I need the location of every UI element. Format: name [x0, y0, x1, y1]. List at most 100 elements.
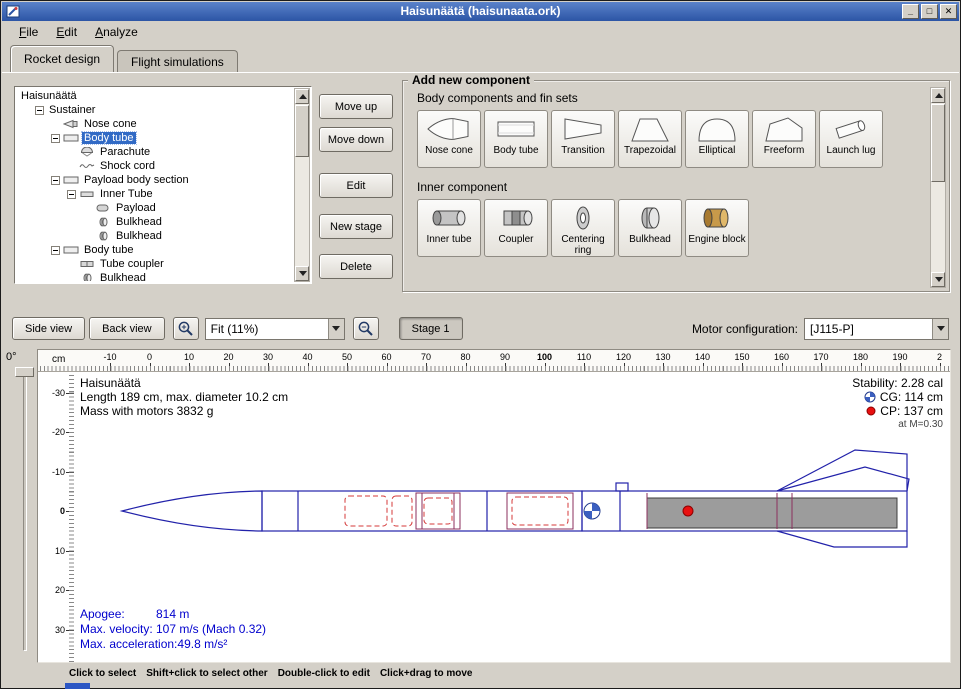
- palette-button-label: Inner tube: [426, 234, 471, 245]
- palette-button-label: Trapezoidal: [624, 145, 676, 156]
- tree-item-payload-body-section[interactable]: Payload body section: [17, 173, 293, 187]
- tree-item-body-tube[interactable]: Body tube: [17, 243, 293, 257]
- ruler-tick-label: 70: [421, 352, 431, 362]
- add-bulkhead-button[interactable]: Bulkhead: [618, 199, 682, 257]
- rotation-slider-thumb[interactable]: [15, 367, 34, 377]
- stage-1-toggle-button[interactable]: Stage 1: [399, 317, 463, 340]
- add-coupler-button[interactable]: Coupler: [484, 199, 548, 257]
- stability-value: Stability: 2.28 cal: [852, 376, 943, 390]
- scroll-up-icon[interactable]: [931, 88, 945, 103]
- tree-expander-icon[interactable]: [51, 134, 60, 143]
- add-inner-tube-button[interactable]: Inner tube: [417, 199, 481, 257]
- palette-scrollbar[interactable]: [930, 87, 946, 288]
- max-velocity-value: 107 m/s (Mach 0.32): [156, 622, 266, 636]
- ruler-tick-label: 100: [537, 352, 552, 362]
- nose-cone-shape: [122, 491, 262, 531]
- palette-button-label: Body tube: [493, 145, 538, 156]
- zoom-select[interactable]: Fit (11%): [205, 318, 345, 340]
- tree-item-inner-tube[interactable]: Inner Tube: [17, 187, 293, 201]
- tree-expander-icon[interactable]: [51, 176, 60, 185]
- rotation-slider[interactable]: [23, 371, 27, 651]
- tree-scrollbar[interactable]: [294, 88, 310, 282]
- add-nose-cone-button[interactable]: Nose cone: [417, 110, 481, 168]
- side-view-button[interactable]: Side view: [12, 317, 85, 340]
- ruler-tick-label: 10: [55, 546, 65, 556]
- move-up-button[interactable]: Move up: [319, 94, 393, 119]
- title-bar[interactable]: Haisunäätä (haisunaata.ork) _ □ ✕: [2, 2, 959, 21]
- edit-button[interactable]: Edit: [319, 173, 393, 198]
- tree-item-sustainer[interactable]: Sustainer: [17, 103, 293, 117]
- add-transition-button[interactable]: Transition: [551, 110, 615, 168]
- zoom-in-button[interactable]: [173, 317, 199, 340]
- ruler-tick-label: -20: [52, 427, 65, 437]
- rocket-design-panel: HaisunäätäSustainerNose coneBody tubePar…: [2, 72, 959, 308]
- component-tree[interactable]: HaisunäätäSustainerNose coneBody tubePar…: [14, 86, 312, 284]
- tree-item-parachute[interactable]: Parachute: [17, 145, 293, 159]
- status-hint-click-drag-to-move: Click+drag to move: [380, 668, 473, 679]
- menu-file[interactable]: File: [10, 21, 47, 43]
- motor-configuration-select[interactable]: [J115-P]: [804, 318, 949, 340]
- menu-edit[interactable]: Edit: [47, 21, 86, 43]
- add-launch-lug-button[interactable]: Launch lug: [819, 110, 883, 168]
- ruler-tick-label: 150: [734, 352, 749, 362]
- tab-flight-simulations[interactable]: Flight simulations: [117, 50, 238, 74]
- launchlug-icon: [828, 114, 874, 144]
- ruler-tick-label: 120: [616, 352, 631, 362]
- add-centering-ring-button[interactable]: Centering ring: [551, 199, 615, 257]
- left-ruler: -30-20-100102030: [38, 372, 74, 662]
- add-engine-block-button[interactable]: Engine block: [685, 199, 749, 257]
- parachute-icon: [79, 147, 95, 157]
- menu-analyze[interactable]: Analyze: [86, 21, 147, 43]
- tree-item-bulkhead[interactable]: Bulkhead: [17, 215, 293, 229]
- shockcord-icon: [79, 161, 95, 171]
- tree-expander-icon[interactable]: [51, 246, 60, 255]
- minimize-button[interactable]: _: [902, 4, 919, 19]
- payload-shape: [512, 497, 568, 525]
- scroll-up-icon[interactable]: [295, 89, 309, 104]
- delete-button[interactable]: Delete: [319, 254, 393, 279]
- maximize-button[interactable]: □: [921, 4, 938, 19]
- tree-expander-icon[interactable]: [67, 190, 76, 199]
- motor-configuration-label: Motor configuration:: [692, 322, 798, 336]
- status-bar: Click to selectShift+click to select oth…: [2, 664, 959, 682]
- flexible-components[interactable]: [345, 496, 568, 526]
- tree-item-tube-coupler[interactable]: Tube coupler: [17, 257, 293, 271]
- tree-item-shock-cord[interactable]: Shock cord: [17, 159, 293, 173]
- tree-scrollbar-thumb[interactable]: [295, 105, 309, 157]
- motor-configuration-value: [J115-P]: [810, 322, 854, 336]
- tree-item-payload[interactable]: Payload: [17, 201, 293, 215]
- new-stage-button[interactable]: New stage: [319, 214, 393, 239]
- max-acceleration-value: 49.8 m/s²: [177, 637, 227, 651]
- rocket-canvas[interactable]: cm -100102030405060708090100110120130140…: [37, 349, 951, 663]
- add-body-tube-button[interactable]: Body tube: [484, 110, 548, 168]
- tree-item-bulkhead[interactable]: Bulkhead: [17, 271, 293, 281]
- add-elliptical-button[interactable]: Elliptical: [685, 110, 749, 168]
- zoom-out-button[interactable]: [353, 317, 379, 340]
- scroll-down-icon[interactable]: [931, 272, 945, 287]
- menu-bar: FileEditAnalyze: [2, 21, 959, 43]
- palette-row: Inner tube CouplerCentering ringBulkhead E…: [417, 199, 949, 257]
- add-trapezoidal-button[interactable]: Trapezoidal: [618, 110, 682, 168]
- tree-item-body-tube[interactable]: Body tube: [17, 131, 293, 145]
- scroll-down-icon[interactable]: [295, 266, 309, 281]
- mach-note: at M=0.30: [852, 418, 943, 432]
- cg-icon: [864, 391, 876, 403]
- move-down-button[interactable]: Move down: [319, 127, 393, 152]
- palette-button-label: Engine block: [688, 234, 745, 245]
- tree-item-bulkhead[interactable]: Bulkhead: [17, 229, 293, 243]
- tree-item-haisun-t[interactable]: Haisunäätä: [17, 89, 293, 103]
- apogee-value: 814 m: [156, 607, 189, 621]
- tab-rocket-design[interactable]: Rocket design: [10, 45, 114, 72]
- back-view-button[interactable]: Back view: [89, 317, 165, 340]
- palette-scrollbar-thumb[interactable]: [931, 104, 945, 182]
- palette-group-label-body-components-and-fin-sets: Body components and fin sets: [417, 91, 949, 105]
- add-freeform-button[interactable]: Freeform: [752, 110, 816, 168]
- tree-expander-icon[interactable]: [35, 106, 44, 115]
- cp-marker: [683, 506, 693, 516]
- chevron-down-icon[interactable]: [328, 319, 344, 339]
- rocket-info: Haisunäätä Length 189 cm, max. diameter …: [80, 376, 288, 418]
- chevron-down-icon[interactable]: [932, 319, 948, 339]
- tree-item-nose-cone[interactable]: Nose cone: [17, 117, 293, 131]
- close-button[interactable]: ✕: [940, 4, 957, 19]
- tree-item-label: Body tube: [82, 244, 136, 256]
